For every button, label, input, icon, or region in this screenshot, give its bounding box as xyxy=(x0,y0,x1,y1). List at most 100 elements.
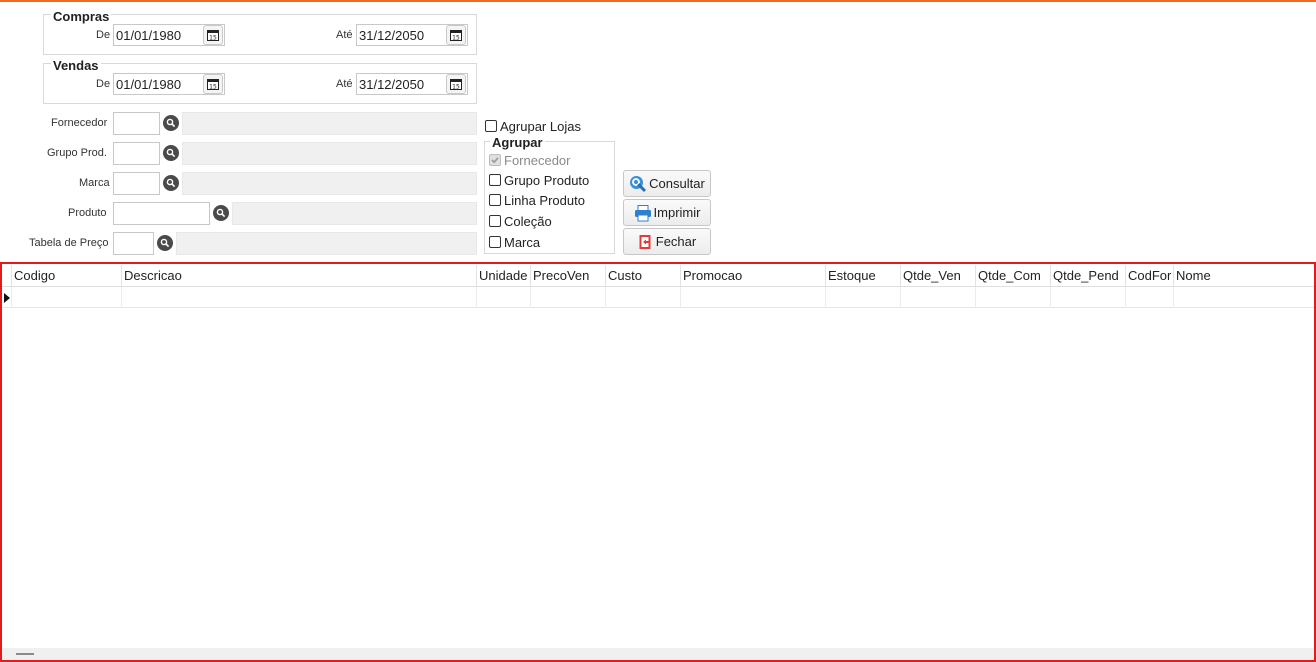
grid-column-custo[interactable]: Custo xyxy=(605,265,680,287)
consultar-label: Consultar xyxy=(649,176,705,191)
agrupar-marca-label: Marca xyxy=(504,235,541,250)
tabela-preco-name-display xyxy=(176,232,477,255)
fechar-button[interactable]: Fechar xyxy=(623,228,711,255)
vendas-de-date-value: 01/01/1980 xyxy=(116,77,182,92)
imprimir-button[interactable]: Imprimir xyxy=(623,199,711,226)
tabela-preco-label: Tabela de Preço xyxy=(29,237,109,249)
compras-ate-date-value: 31/12/2050 xyxy=(359,28,425,43)
agrupar-linha-produto-label: Linha Produto xyxy=(504,193,585,208)
grid-footer-bar xyxy=(2,648,1314,660)
agrupar-colecao-label: Coleção xyxy=(504,214,552,229)
grid-column-estoque[interactable]: Estoque xyxy=(825,265,900,287)
agrupar-grupo-produto-label: Grupo Produto xyxy=(504,173,590,188)
marca-label: Marca xyxy=(79,177,110,189)
consultar-button[interactable]: Consultar xyxy=(623,170,711,197)
grid-column-descricao[interactable]: Descricao xyxy=(121,265,476,287)
grid-cell[interactable] xyxy=(121,287,476,308)
grid-column-qtde-pend[interactable]: Qtde_Pend xyxy=(1050,265,1125,287)
vendas-ate-label: Até xyxy=(336,78,353,90)
magnifier-icon xyxy=(166,118,176,128)
compras-title: Compras xyxy=(51,9,112,24)
fornecedor-name-display xyxy=(182,112,477,135)
compras-de-date-value: 01/01/1980 xyxy=(116,28,182,43)
calendar-icon: 15 xyxy=(450,30,462,42)
magnifier-icon xyxy=(166,178,176,188)
agrupar-title: Agrupar xyxy=(490,135,545,150)
calendar-icon: 15 xyxy=(207,79,219,91)
agrupar-linha-produto-checkbox[interactable] xyxy=(489,194,501,206)
vendas-title: Vendas xyxy=(51,58,101,73)
magnifier-icon xyxy=(216,208,226,218)
agrupar-colecao-checkbox[interactable] xyxy=(489,215,501,227)
grid-cell[interactable] xyxy=(605,287,680,308)
printer-icon xyxy=(634,204,652,222)
agrupar-grupo-produto-checkbox[interactable] xyxy=(489,174,501,186)
grid-cell[interactable] xyxy=(1125,287,1173,308)
grid-column-nome[interactable]: Nome xyxy=(1173,265,1314,287)
calendar-icon: 15 xyxy=(207,30,219,42)
compras-ate-calendar-button[interactable]: 15 xyxy=(446,25,466,45)
grupo-prod-name-display xyxy=(182,142,477,165)
grid-cell[interactable] xyxy=(1173,287,1314,308)
window-top-accent xyxy=(0,0,1316,2)
calendar-icon: 15 xyxy=(450,79,462,91)
results-grid[interactable]: Codigo Descricao Unidade PrecoVen Custo … xyxy=(0,262,1316,662)
exit-door-icon xyxy=(638,234,654,250)
svg-text:15: 15 xyxy=(209,84,217,91)
grid-column-promocao[interactable]: Promocao xyxy=(680,265,825,287)
agrupar-fornecedor-label: Fornecedor xyxy=(504,153,571,168)
grid-cell[interactable] xyxy=(11,287,121,308)
grid-column-codfor[interactable]: CodFor xyxy=(1125,265,1173,287)
grid-cell[interactable] xyxy=(530,287,605,308)
magnifier-icon xyxy=(166,148,176,158)
tabela-preco-code-input[interactable] xyxy=(113,232,154,255)
vendas-ate-calendar-button[interactable]: 15 xyxy=(446,74,466,94)
imprimir-label: Imprimir xyxy=(653,205,701,220)
compras-ate-label: Até xyxy=(336,29,353,41)
produto-name-display xyxy=(232,202,477,225)
grid-column-unidade[interactable]: Unidade xyxy=(476,265,530,287)
produto-label: Produto xyxy=(68,207,107,219)
checkmark-icon xyxy=(491,157,499,164)
search-icon xyxy=(629,175,647,193)
fornecedor-code-input[interactable] xyxy=(113,112,160,135)
grid-cell[interactable] xyxy=(975,287,1050,308)
grid-cell[interactable] xyxy=(900,287,975,308)
fechar-label: Fechar xyxy=(655,234,697,249)
svg-text:15: 15 xyxy=(452,84,460,91)
produto-code-input[interactable] xyxy=(113,202,210,225)
grid-cell[interactable] xyxy=(1050,287,1125,308)
grupo-prod-code-input[interactable] xyxy=(113,142,160,165)
agrupar-fornecedor-checkbox[interactable] xyxy=(489,154,501,166)
produto-search-button[interactable] xyxy=(213,205,229,221)
fornecedor-label: Fornecedor xyxy=(51,117,108,129)
grupo-prod-search-button[interactable] xyxy=(163,145,179,161)
grid-cell[interactable] xyxy=(680,287,825,308)
vendas-de-calendar-button[interactable]: 15 xyxy=(203,74,223,94)
table-row[interactable] xyxy=(2,287,1314,308)
agrupar-lojas-checkbox[interactable] xyxy=(485,120,497,132)
grid-cell[interactable] xyxy=(476,287,530,308)
grid-column-codigo[interactable]: Codigo xyxy=(11,265,121,287)
marca-name-display xyxy=(182,172,477,195)
magnifier-icon xyxy=(160,238,170,248)
grupo-prod-label: Grupo Prod. xyxy=(47,147,107,159)
svg-text:15: 15 xyxy=(452,35,460,42)
fornecedor-search-button[interactable] xyxy=(163,115,179,131)
grid-column-qtde-ven[interactable]: Qtde_Ven xyxy=(900,265,975,287)
compras-de-calendar-button[interactable]: 15 xyxy=(203,25,223,45)
grid-footer-handle[interactable] xyxy=(16,653,34,655)
svg-text:15: 15 xyxy=(209,35,217,42)
tabela-preco-search-button[interactable] xyxy=(157,235,173,251)
vendas-de-label: De xyxy=(96,78,111,90)
agrupar-marca-checkbox[interactable] xyxy=(489,236,501,248)
grid-column-precoven[interactable]: PrecoVen xyxy=(530,265,605,287)
current-row-indicator-icon xyxy=(4,293,10,303)
marca-code-input[interactable] xyxy=(113,172,160,195)
agrupar-lojas-label: Agrupar Lojas xyxy=(500,119,581,134)
grid-header: Codigo Descricao Unidade PrecoVen Custo … xyxy=(2,265,1314,287)
marca-search-button[interactable] xyxy=(163,175,179,191)
grid-column-qtde-com[interactable]: Qtde_Com xyxy=(975,265,1050,287)
compras-de-label: De xyxy=(96,29,111,41)
grid-cell[interactable] xyxy=(825,287,900,308)
